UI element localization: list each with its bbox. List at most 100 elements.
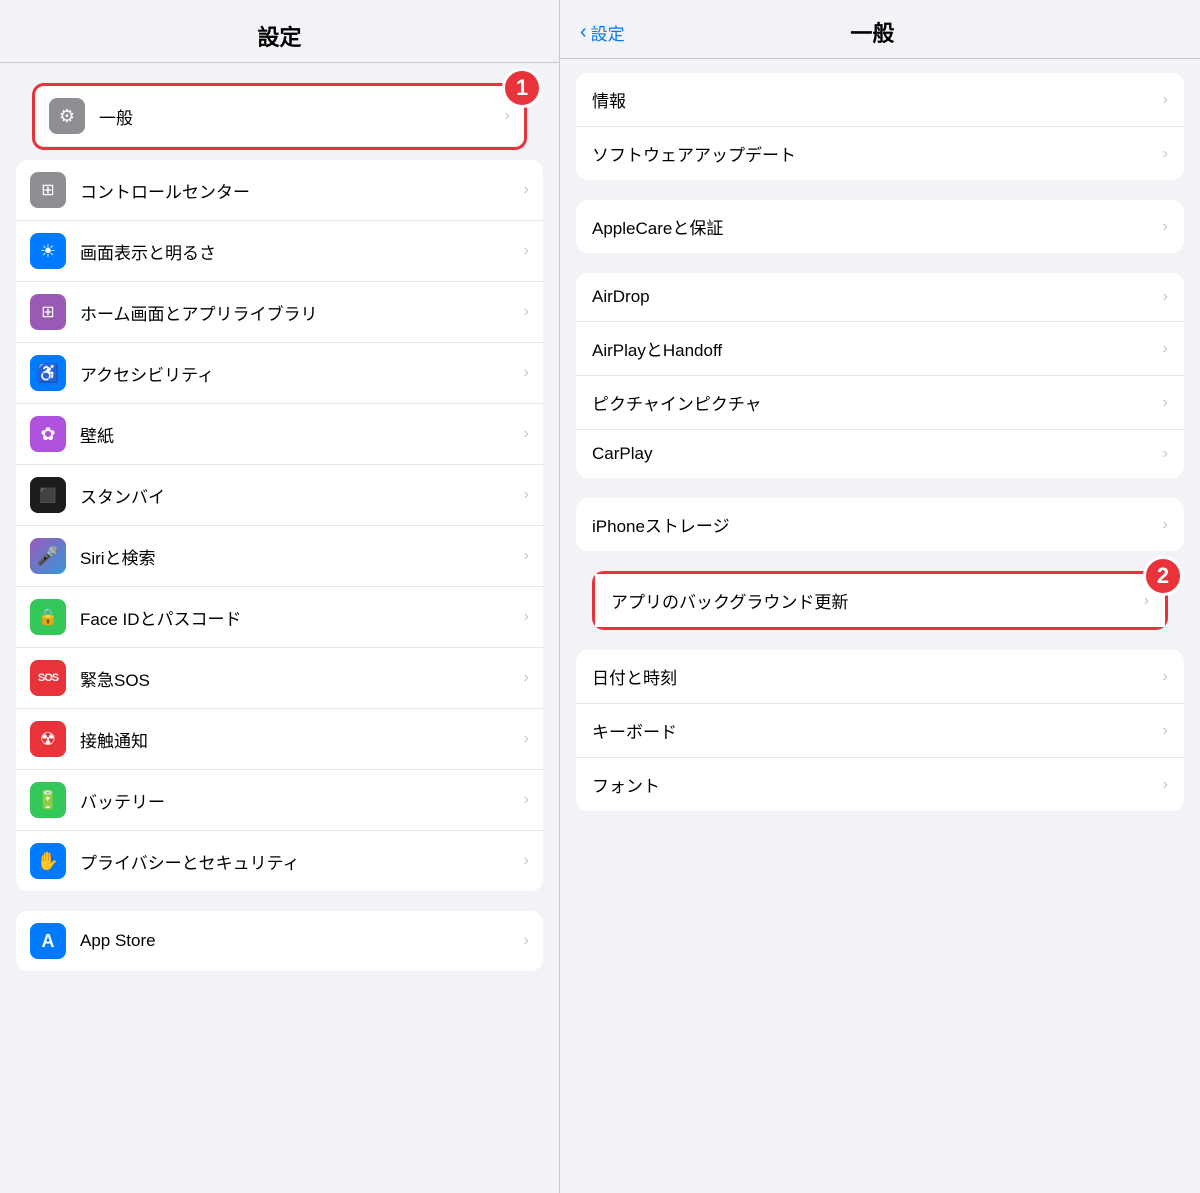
airplay-chevron: › [1163, 340, 1168, 358]
right-item-keyboard[interactable]: キーボード › [576, 704, 1184, 758]
fonts-label: フォント [592, 772, 1159, 797]
siri-chevron: › [524, 547, 529, 565]
software-update-chevron: › [1163, 145, 1168, 163]
right-item-info[interactable]: 情報 › [576, 73, 1184, 127]
standby-icon: ⬛ [30, 477, 66, 513]
right-item-datetime[interactable]: 日付と時刻 › [576, 650, 1184, 704]
sidebar-item-general[interactable]: ⚙ 一般 › [35, 86, 524, 147]
left-panel-title: 設定 [0, 0, 559, 63]
right-item-iphone-storage[interactable]: iPhoneストレージ › [576, 498, 1184, 551]
right-item-airdrop[interactable]: AirDrop › [576, 273, 1184, 322]
back-chevron-icon: ‹ [580, 21, 587, 44]
accessibility-icon: ♿ [30, 355, 66, 391]
background-refresh-label: アプリのバックグラウンド更新 [611, 588, 1140, 613]
sidebar-item-wallpaper[interactable]: ✿ 壁紙 › [16, 404, 543, 465]
software-update-label: ソフトウェアアップデート [592, 141, 1159, 166]
info-label: 情報 [592, 87, 1159, 112]
right-item-software-update[interactable]: ソフトウェアアップデート › [576, 127, 1184, 180]
main-settings-group: ⊞ コントロールセンター › ☀ 画面表示と明るさ › ⊞ ホーム画面とアプリラ… [16, 160, 543, 891]
general-chevron: › [505, 107, 510, 125]
display-chevron: › [524, 242, 529, 260]
pip-chevron: › [1163, 394, 1168, 412]
sidebar-item-standby[interactable]: ⬛ スタンバイ › [16, 465, 543, 526]
airdrop-label: AirDrop [592, 287, 1159, 307]
right-panel: ‹ 設定 一般 情報 › ソフトウェアアップデート › AppleCareと保証… [560, 0, 1200, 1193]
privacy-label: プライバシーとセキュリティ [80, 849, 520, 874]
right-group-1: 情報 › ソフトウェアアップデート › [576, 73, 1184, 180]
background-refresh-highlight-box: アプリのバックグラウンド更新 › 2 [592, 571, 1168, 630]
accessibility-chevron: › [524, 364, 529, 382]
background-refresh-chevron: › [1144, 592, 1149, 610]
appstore-icon: A [30, 923, 66, 959]
privacy-chevron: › [524, 852, 529, 870]
right-group-4: iPhoneストレージ › [576, 498, 1184, 551]
wallpaper-label: 壁紙 [80, 422, 520, 447]
standby-label: スタンバイ [80, 483, 520, 508]
sidebar-item-privacy[interactable]: ✋ プライバシーとセキュリティ › [16, 831, 543, 891]
keyboard-chevron: › [1163, 722, 1168, 740]
sidebar-item-control-center[interactable]: ⊞ コントロールセンター › [16, 160, 543, 221]
sidebar-item-siri[interactable]: 🎤 Siriと検索 › [16, 526, 543, 587]
battery-icon: 🔋 [30, 782, 66, 818]
general-highlight-box: ⚙ 一般 › 1 [32, 83, 527, 150]
left-panel: 設定 ⚙ 一般 › 1 ⊞ コントロールセンター › [0, 0, 560, 1193]
contact-chevron: › [524, 730, 529, 748]
right-item-carplay[interactable]: CarPlay › [576, 430, 1184, 478]
standby-chevron: › [524, 486, 529, 504]
faceid-chevron: › [524, 608, 529, 626]
airdrop-chevron: › [1163, 288, 1168, 306]
right-item-fonts[interactable]: フォント › [576, 758, 1184, 811]
sos-label: 緊急SOS [80, 666, 520, 691]
battery-chevron: › [524, 791, 529, 809]
applecare-chevron: › [1163, 218, 1168, 236]
contact-label: 接触通知 [80, 727, 520, 752]
back-label: 設定 [591, 20, 625, 45]
airplay-label: AirPlayとHandoff [592, 336, 1159, 361]
faceid-icon: 🔒 [30, 599, 66, 635]
accessibility-label: アクセシビリティ [80, 361, 520, 386]
siri-label: Siriと検索 [80, 544, 520, 569]
home-screen-chevron: › [524, 303, 529, 321]
right-group-2: AppleCareと保証 › [576, 200, 1184, 253]
control-center-label: コントロールセンター [80, 178, 520, 203]
general-label: 一般 [99, 104, 501, 129]
home-screen-label: ホーム画面とアプリライブラリ [80, 300, 520, 325]
info-chevron: › [1163, 91, 1168, 109]
right-header: ‹ 設定 一般 [560, 0, 1200, 59]
right-item-applecare[interactable]: AppleCareと保証 › [576, 200, 1184, 253]
privacy-icon: ✋ [30, 843, 66, 879]
sos-icon: SOS [30, 660, 66, 696]
display-icon: ☀ [30, 233, 66, 269]
faceid-label: Face IDとパスコード [80, 605, 520, 630]
keyboard-label: キーボード [592, 718, 1159, 743]
fonts-chevron: › [1163, 776, 1168, 794]
right-item-airplay[interactable]: AirPlayとHandoff › [576, 322, 1184, 376]
pip-label: ピクチャインピクチャ [592, 390, 1159, 415]
sidebar-item-contact[interactable]: ☢ 接触通知 › [16, 709, 543, 770]
display-label: 画面表示と明るさ [80, 239, 520, 264]
sidebar-item-faceid[interactable]: 🔒 Face IDとパスコード › [16, 587, 543, 648]
contact-icon: ☢ [30, 721, 66, 757]
sidebar-item-sos[interactable]: SOS 緊急SOS › [16, 648, 543, 709]
sidebar-item-display[interactable]: ☀ 画面表示と明るさ › [16, 221, 543, 282]
iphone-storage-chevron: › [1163, 516, 1168, 534]
appstore-label: App Store [80, 931, 520, 951]
right-item-background-refresh[interactable]: アプリのバックグラウンド更新 › [595, 574, 1165, 627]
control-center-icon: ⊞ [30, 172, 66, 208]
badge-2: 2 [1143, 556, 1183, 596]
sidebar-item-appstore[interactable]: A App Store › [16, 911, 543, 971]
appstore-chevron: › [524, 932, 529, 950]
sidebar-item-home-screen[interactable]: ⊞ ホーム画面とアプリライブラリ › [16, 282, 543, 343]
sidebar-item-battery[interactable]: 🔋 バッテリー › [16, 770, 543, 831]
appstore-group: A App Store › [16, 911, 543, 971]
carplay-label: CarPlay [592, 444, 1159, 464]
right-item-pip[interactable]: ピクチャインピクチャ › [576, 376, 1184, 430]
sidebar-item-accessibility[interactable]: ♿ アクセシビリティ › [16, 343, 543, 404]
carplay-chevron: › [1163, 445, 1168, 463]
general-icon: ⚙ [49, 98, 85, 134]
wallpaper-icon: ✿ [30, 416, 66, 452]
settings-list: ⚙ 一般 › 1 ⊞ コントロールセンター › ☀ 画面表示と明るさ › [0, 63, 559, 1193]
datetime-chevron: › [1163, 668, 1168, 686]
back-button[interactable]: ‹ 設定 [580, 20, 625, 45]
right-panel-title: 一般 [625, 16, 1120, 48]
